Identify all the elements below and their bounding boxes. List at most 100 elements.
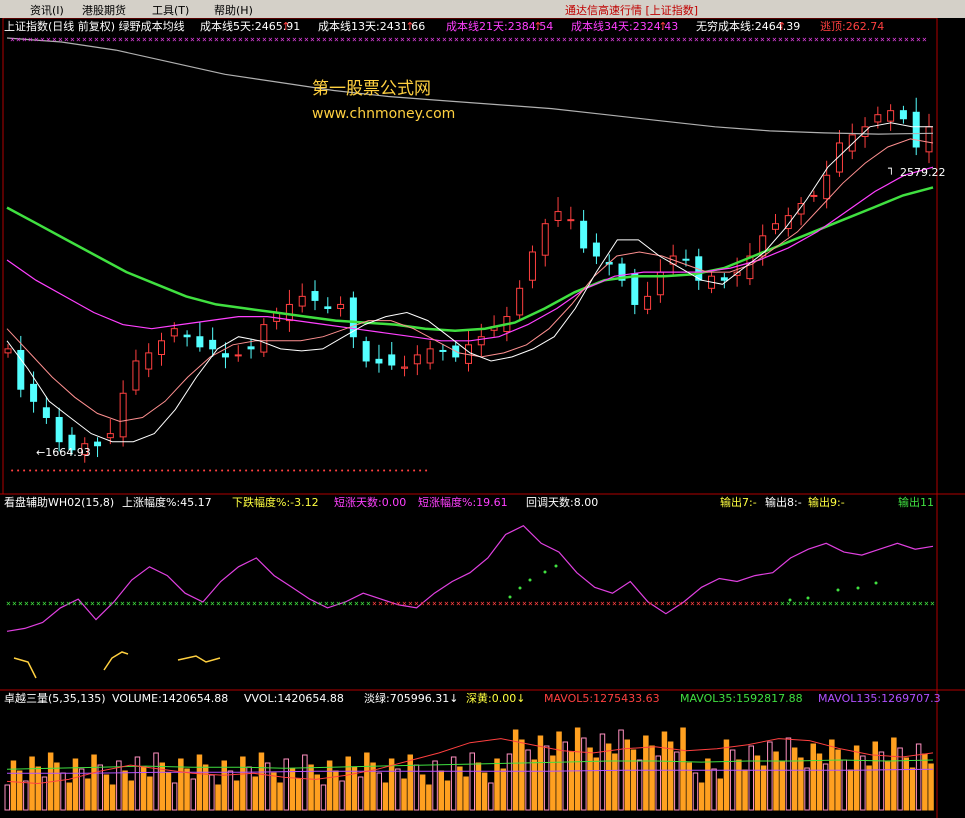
menu-item-tools[interactable]: 工具(T)	[152, 2, 189, 18]
signal-cross-top: ×	[622, 35, 627, 44]
aux-cross-row: ×	[726, 599, 731, 608]
aux-cross-row: ×	[216, 599, 221, 608]
signal-dot-bottom: •	[340, 467, 344, 475]
aux-cross-row: ×	[294, 599, 299, 608]
signal-cross-top: ×	[226, 35, 231, 44]
aux-cross-row: ×	[636, 599, 641, 608]
aux-cross-row: ×	[192, 599, 197, 608]
aux-cross-row: ×	[378, 599, 383, 608]
volume-indicator-label: VVOL:1420654.88	[244, 692, 344, 705]
signal-cross-top: ×	[232, 35, 237, 44]
aux-cross-row: ×	[774, 599, 779, 608]
aux-cross-row: ×	[840, 599, 845, 608]
aux-cross-row: ×	[36, 599, 41, 608]
volume-bar-down	[810, 743, 816, 811]
aux-cross-row: ×	[534, 599, 539, 608]
candle-up	[106, 433, 114, 439]
signal-dot-bottom: •	[160, 467, 164, 475]
signal-cross-top: ×	[826, 35, 831, 44]
signal-dot-bottom: •	[118, 467, 122, 475]
signal-dot-bottom: •	[388, 467, 392, 475]
volume-bar-down	[196, 754, 203, 811]
volume-bar-down	[866, 765, 872, 811]
signal-dot-bottom: •	[250, 467, 254, 475]
menu-bar: 资讯(I) 港股期货 工具(T) 帮助(H) 通达信高速行情 [上证指数]	[0, 0, 965, 19]
aux-cross-row: ×	[930, 599, 935, 608]
volume-bar-down	[271, 772, 277, 811]
aux-cross-row: ×	[834, 599, 839, 608]
signal-cross-top: ×	[718, 35, 723, 44]
candle-down	[42, 407, 50, 418]
aux-cross-row: ×	[282, 599, 287, 608]
candle-down	[221, 353, 229, 358]
signal-cross-top: ×	[478, 35, 483, 44]
aux-cross-row: ×	[858, 599, 863, 608]
signal-cross-top: ×	[448, 35, 453, 44]
aux-cross-row: ×	[684, 599, 689, 608]
signal-dot-bottom: •	[172, 467, 176, 475]
signal-cross-top: ×	[568, 35, 573, 44]
signal-cross-top: ×	[208, 35, 213, 44]
aux-cross-row: ×	[624, 599, 629, 608]
volume-bar-down	[872, 741, 878, 811]
signal-cross-top: ×	[754, 35, 759, 44]
volume-bar-down	[215, 784, 221, 811]
signal-cross-top: ×	[46, 35, 51, 44]
candle-up	[823, 174, 831, 200]
candle-down	[324, 306, 332, 309]
signal-cross-top: ×	[532, 35, 537, 44]
aux-cross-row: ×	[702, 599, 707, 608]
volume-bar-down	[295, 778, 302, 811]
signal-dot-bottom: •	[244, 467, 248, 475]
signal-cross-top: ×	[700, 35, 705, 44]
stock-chart[interactable]: × × × × × × × × × × × × × × × × × × × × × × × × × × × × × × × × × × × × × × × ×…	[0, 18, 965, 818]
aux-cross-row: ×	[618, 599, 623, 608]
aux-cross-row: ×	[570, 599, 575, 608]
signal-cross-top: ×	[892, 35, 897, 44]
signal-cross-top: ×	[712, 35, 717, 44]
signal-dot-bottom: •	[124, 467, 128, 475]
volume-bar-down	[705, 758, 711, 811]
signal-dot-bottom: •	[22, 467, 26, 475]
signal-cross-top: ×	[628, 35, 633, 44]
volume-bar-down	[345, 756, 351, 811]
volume-bar-down	[438, 770, 444, 811]
signal-cross-top: ×	[292, 35, 297, 44]
volume-bar-down	[240, 756, 246, 811]
signal-dot-bottom: •	[292, 467, 296, 475]
aux-cross-row: ×	[732, 599, 737, 608]
signal-dot-bottom: •	[322, 467, 326, 475]
aux-cross-row: ×	[264, 599, 269, 608]
volume-bar-down	[147, 776, 153, 811]
signal-cross-top: ×	[838, 35, 843, 44]
aux-indicator-label: 回调天数:8.00	[526, 496, 598, 509]
candle-up	[426, 348, 434, 364]
volume-indicator-label: 淡绿:705996.31↓	[364, 691, 458, 705]
aux-cross-row: ×	[288, 599, 293, 608]
aux-indicator-label: 输出11	[898, 495, 934, 509]
aux-cross-row: ×	[870, 599, 875, 608]
aux-cross-row: ×	[60, 599, 65, 608]
menu-item-hk-futures[interactable]: 港股期货	[82, 2, 126, 18]
signal-dot-bottom: •	[148, 467, 152, 475]
signal-cross-top: ×	[220, 35, 225, 44]
aux-cross-row: ×	[390, 599, 395, 608]
signal-dot-bottom: •	[238, 467, 242, 475]
signal-cross-top: ×	[778, 35, 783, 44]
menu-item-help[interactable]: 帮助(H)	[214, 2, 253, 18]
signal-dot-bottom: •	[382, 467, 386, 475]
volume-bar-down	[853, 745, 860, 811]
aux-cross-row: ×	[276, 599, 281, 608]
candle-up	[145, 352, 153, 370]
menu-item-info[interactable]: 资讯(I)	[30, 2, 64, 18]
candle-down	[631, 273, 639, 305]
candle-down	[196, 336, 204, 348]
signal-cross-top: ×	[574, 35, 579, 44]
signal-cross-top: ×	[106, 35, 111, 44]
candle-down	[720, 277, 728, 281]
aux-cross-row: ×	[372, 599, 377, 608]
signal-cross-top: ×	[178, 35, 183, 44]
aux-cross-row: ×	[330, 599, 335, 608]
volume-bar-down	[140, 766, 147, 811]
signal-dot-bottom: •	[34, 467, 38, 475]
